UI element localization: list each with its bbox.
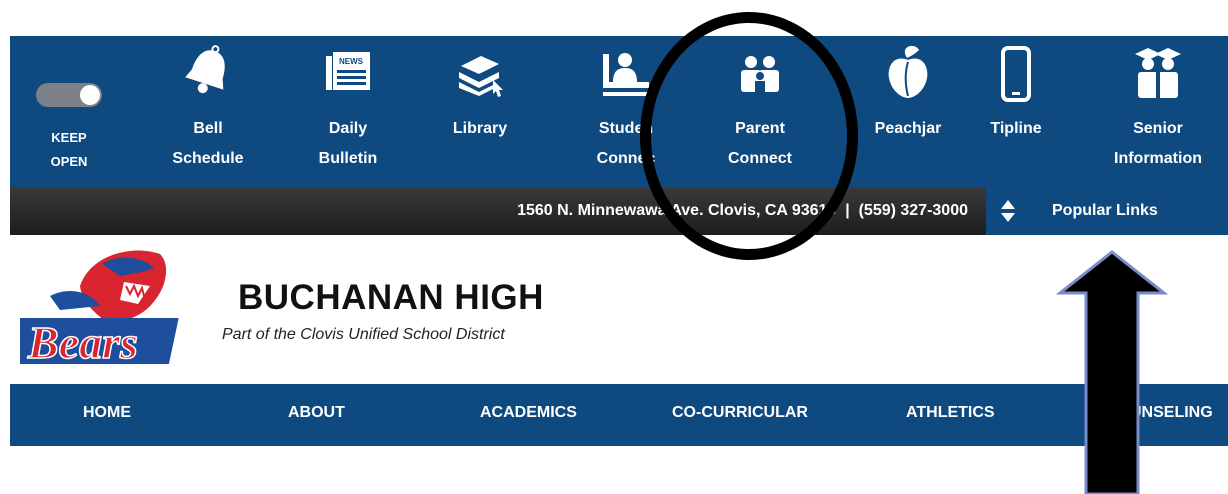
svg-text:Bears: Bears — [27, 317, 138, 368]
sort-arrows-icon — [1000, 198, 1016, 229]
smartphone-icon — [1001, 46, 1031, 113]
nav-athletics[interactable]: ATHLETICS — [906, 384, 995, 442]
quick-link-label: Peachjar — [874, 120, 942, 137]
quick-link-label: Bulletin — [318, 150, 378, 167]
keep-open-label: KEEP — [51, 130, 87, 145]
school-name: BUCHANAN HIGH — [238, 278, 544, 317]
quick-link-label: Daily — [328, 120, 368, 137]
up-arrow-annotation — [1056, 250, 1168, 494]
district-tagline: Part of the Clovis Unified School Distri… — [222, 326, 505, 343]
quick-link-label: Bell — [193, 120, 223, 137]
nav-academics[interactable]: ACADEMICS — [480, 384, 577, 442]
bell-icon — [182, 44, 234, 111]
graduates-icon — [1133, 46, 1183, 111]
quick-link-senior-information[interactable]: Senior Information — [1088, 36, 1228, 187]
logo-wordmark: Bears — [0, 316, 179, 369]
quick-link-label: Library — [452, 120, 508, 137]
keep-open-toggle[interactable]: KEEP OPEN — [10, 36, 128, 187]
popular-links-label: Popular Links — [1052, 202, 1158, 219]
quick-link-label: Schedule — [172, 150, 244, 167]
books-icon — [455, 50, 505, 109]
nav-co-curricular[interactable]: CO-CURRICULAR — [672, 384, 808, 442]
quick-link-peachjar[interactable]: Peachjar — [846, 36, 970, 187]
main-nav: HOME ABOUT ACADEMICS CO-CURRICULAR ATHLE… — [10, 384, 1228, 446]
news-icon-text: NEWS — [339, 57, 364, 66]
toggle-switch[interactable] — [36, 83, 102, 107]
quick-link-tipline[interactable]: Tipline — [956, 36, 1076, 187]
quick-link-bell-schedule[interactable]: Bell Schedule — [148, 36, 268, 187]
keep-open-label-2: OPEN — [50, 154, 88, 169]
school-logo[interactable]: Bears — [0, 246, 200, 372]
quick-link-daily-bulletin[interactable]: NEWS Daily Bulletin — [288, 36, 408, 187]
nav-home[interactable]: HOME — [83, 384, 131, 442]
quick-link-label: Information — [1114, 150, 1202, 167]
quick-link-label: Tipline — [990, 120, 1042, 137]
quick-links-bar: KEEP OPEN Bell Schedule NEWS Daily Bulle… — [10, 36, 1228, 187]
quick-link-label: Senior — [1133, 120, 1183, 137]
toggle-knob — [80, 85, 100, 105]
highlight-circle — [640, 12, 858, 260]
newspaper-icon: NEWS — [326, 52, 370, 103]
nav-about[interactable]: ABOUT — [288, 384, 345, 442]
popular-links-button[interactable]: Popular Links — [986, 187, 1228, 235]
peach-icon — [885, 44, 931, 111]
quick-link-library[interactable]: Library — [420, 36, 540, 187]
